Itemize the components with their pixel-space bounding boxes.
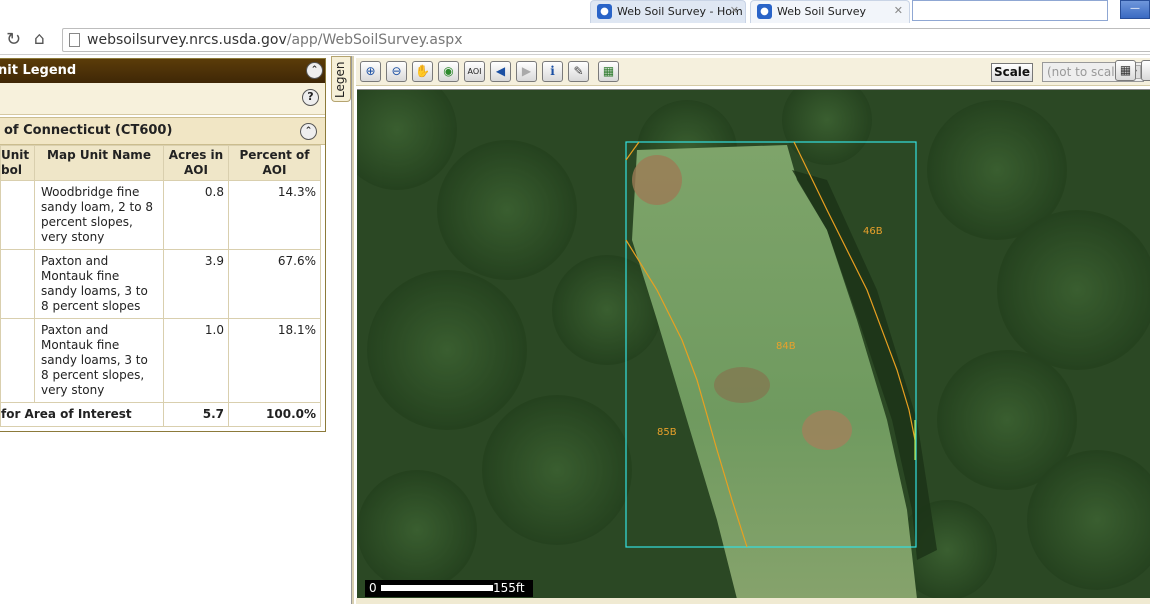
close-icon[interactable]: ✕ xyxy=(894,4,903,17)
browser-tab-strip: ● Web Soil Survey - Hom ✕ ● Web Soil Sur… xyxy=(0,0,1150,24)
url-path: /app/WebSoilSurvey.aspx xyxy=(286,32,463,48)
pan-hand-icon[interactable]: ✋ xyxy=(412,61,433,82)
map-unit-label-84b: 84B xyxy=(776,341,796,352)
map-unit-symbol xyxy=(0,180,35,250)
browser-tab-wss-home[interactable]: ● Web Soil Survey - Hom ✕ xyxy=(590,0,746,23)
percent-value: 14.3% xyxy=(228,180,321,250)
survey-area-header: of Connecticut (CT600) ⌃ xyxy=(0,117,325,145)
scale-bar-line xyxy=(381,585,493,591)
aoi-icon[interactable]: AOI xyxy=(464,61,485,82)
total-row: for Area of Interest 5.7 100.0% xyxy=(0,402,321,427)
page-icon xyxy=(69,33,80,47)
identify-info-icon[interactable]: i xyxy=(542,61,563,82)
legend-header: nit Legend ⌃ xyxy=(0,59,325,83)
url-host: websoilsurvey.nrcs.usda.gov xyxy=(87,32,287,48)
legend-toggle-tab[interactable]: Legen xyxy=(331,56,351,102)
water-drop-icon: ● xyxy=(597,4,612,19)
browser-nav-bar: ↻ ⌂ websoilsurvey.nrcs.usda.gov/app/WebS… xyxy=(0,25,1150,55)
scale-bar-distance: 155ft xyxy=(493,581,525,595)
aerial-imagery xyxy=(357,90,1150,598)
column-header-label: Acres in AOI xyxy=(168,148,224,177)
map-unit-symbol xyxy=(0,249,35,319)
column-header-acres: Acres in AOI xyxy=(163,145,229,181)
map-unit-name-link[interactable]: Paxton and Montauk fine sandy loams, 3 t… xyxy=(34,318,164,403)
map-unit-legend-panel: nit Legend ⌃ ? of Connecticut (CT600) ⌃ … xyxy=(0,58,326,432)
column-header-label: Percent of AOI xyxy=(239,148,310,177)
table-header-row: Unit bol Map Unit Name Acres in AOI Perc… xyxy=(0,145,321,181)
total-percent: 100.0% xyxy=(228,402,321,427)
home-icon[interactable]: ⌂ xyxy=(34,29,45,49)
column-header-name: Map Unit Name xyxy=(34,145,164,181)
map-unit-label-46b: 46B xyxy=(863,226,883,237)
total-acres: 5.7 xyxy=(163,402,229,427)
percent-value: 67.6% xyxy=(228,249,321,319)
scale-button[interactable]: Scale xyxy=(991,63,1033,82)
column-header-label: Map Unit Name xyxy=(47,148,151,162)
back-arrow-icon[interactable]: ◀ xyxy=(490,61,511,82)
zoom-out-icon[interactable]: ⊖ xyxy=(386,61,407,82)
panel-splitter[interactable] xyxy=(351,56,354,604)
screen: ● Web Soil Survey - Hom ✕ ● Web Soil Sur… xyxy=(0,0,1150,604)
table-row: Paxton and Montauk fine sandy loams, 3 t… xyxy=(0,318,321,403)
layout-icon[interactable] xyxy=(1141,60,1150,81)
legend-toggle-label: Legen xyxy=(333,61,347,98)
table-row: Paxton and Montauk fine sandy loams, 3 t… xyxy=(0,249,321,319)
percent-value: 18.1% xyxy=(228,318,321,403)
clear-selection-icon[interactable]: ▦ xyxy=(598,61,619,82)
map-unit-label-85b: 85B xyxy=(657,427,677,438)
scale-bar-zero: 0 xyxy=(369,581,377,595)
map-unit-symbol xyxy=(0,318,35,403)
address-bar[interactable]: websoilsurvey.nrcs.usda.gov/app/WebSoilS… xyxy=(62,28,1150,52)
tab-label: Web Soil Survey xyxy=(777,5,867,18)
map-footer xyxy=(356,598,1150,604)
acres-value: 0.8 xyxy=(163,180,229,250)
layout-icon[interactable]: ▦ xyxy=(1115,60,1136,81)
map-unit-name-link[interactable]: Paxton and Montauk fine sandy loams, 3 t… xyxy=(34,249,164,319)
map-scale-bar: 0 155ft xyxy=(365,580,533,597)
water-drop-icon: ● xyxy=(757,4,772,19)
column-header-label: Unit bol xyxy=(1,148,30,177)
full-extent-globe-icon[interactable]: ◉ xyxy=(438,61,459,82)
search-field[interactable] xyxy=(912,0,1108,21)
map-view[interactable]: 46B 84B 85B 0 155ft xyxy=(357,89,1150,598)
help-icon[interactable]: ? xyxy=(302,89,319,106)
acres-value: 1.0 xyxy=(163,318,229,403)
browser-tab-wss[interactable]: ● Web Soil Survey ✕ xyxy=(750,0,910,23)
column-header-symbol: Unit bol xyxy=(0,145,35,181)
column-header-percent: Percent of AOI xyxy=(228,145,321,181)
collapse-icon[interactable]: ⌃ xyxy=(306,62,323,79)
collapse-icon[interactable]: ⌃ xyxy=(300,123,317,140)
survey-area-title: of Connecticut (CT600) xyxy=(4,123,173,138)
minimize-button[interactable]: — xyxy=(1120,0,1150,19)
close-icon[interactable]: ✕ xyxy=(730,4,739,17)
map-unit-table: Unit bol Map Unit Name Acres in AOI Perc… xyxy=(0,145,321,427)
forward-arrow-icon[interactable]: ▶ xyxy=(516,61,537,82)
acres-value: 3.9 xyxy=(163,249,229,319)
measure-ruler-icon[interactable]: ✎ xyxy=(568,61,589,82)
table-row: Woodbridge fine sandy loam, 2 to 8 perce… xyxy=(0,180,321,250)
total-label: for Area of Interest xyxy=(0,402,164,427)
reload-icon[interactable]: ↻ xyxy=(6,29,21,50)
map-unit-name-link[interactable]: Woodbridge fine sandy loam, 2 to 8 perce… xyxy=(34,180,164,250)
tab-label: Web Soil Survey - Hom xyxy=(617,5,743,18)
legend-subheader: ? xyxy=(0,83,325,115)
zoom-in-icon[interactable]: ⊕ xyxy=(360,61,381,82)
legend-title: nit Legend xyxy=(0,63,77,78)
map-toolbar: ⊕ ⊖ ✋ ◉ AOI ◀ ▶ i ✎ ▦ Scale (not to scal… xyxy=(356,58,1150,86)
